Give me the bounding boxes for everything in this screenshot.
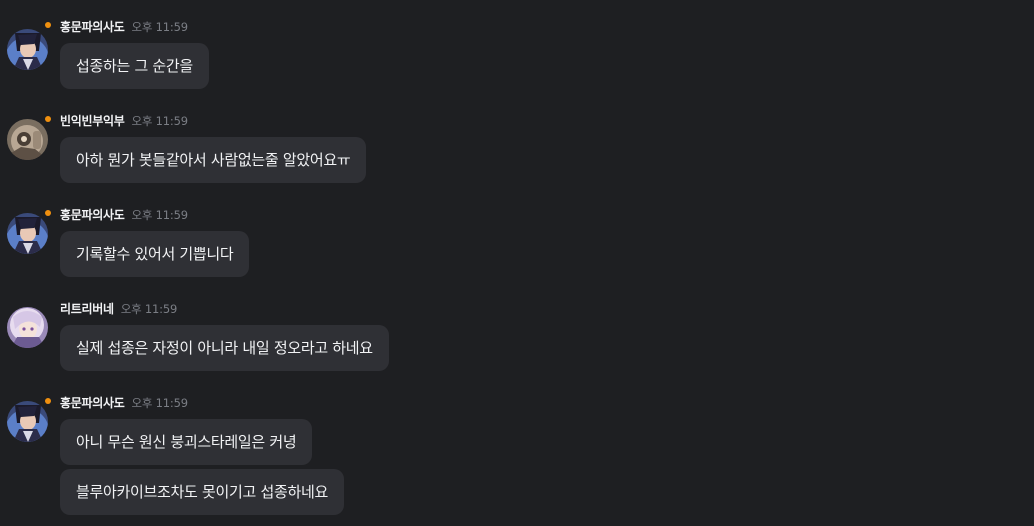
username[interactable]: 홍문파의사도 xyxy=(60,18,125,35)
status-dot xyxy=(45,398,51,404)
status-dot xyxy=(45,22,51,28)
message-header: 홍문파의사도 오후 11:59 xyxy=(60,18,188,34)
avatar[interactable] xyxy=(7,213,48,254)
username[interactable]: 홍문파의사도 xyxy=(60,394,125,411)
avatar-robot-icon xyxy=(7,119,48,160)
message-bubble[interactable]: 아니 무슨 원신 붕괴스타레일은 커녕 xyxy=(60,419,313,465)
message-bubble[interactable]: 아하 뭔가 봇들같아서 사람없는줄 알았어요ㅠ xyxy=(60,137,367,183)
message-bubble[interactable]: 블루아카이브조차도 못이기고 섭종하네요 xyxy=(60,469,344,515)
message-header: 홍문파의사도 오후 11:59 xyxy=(60,394,188,410)
message-header: 홍문파의사도 오후 11:59 xyxy=(60,206,188,222)
timestamp: 오후 11:59 xyxy=(131,208,188,222)
message-header: 리트리버네 오후 11:59 xyxy=(60,300,177,316)
avatar-sage-icon xyxy=(7,213,48,254)
avatar[interactable] xyxy=(7,119,48,160)
username[interactable]: 홍문파의사도 xyxy=(60,206,125,223)
message-bubble[interactable]: 섭종하는 그 순간을 xyxy=(60,43,209,89)
username[interactable]: 리트리버네 xyxy=(60,300,114,317)
avatar[interactable] xyxy=(7,307,48,348)
status-dot xyxy=(45,116,51,122)
avatar-sage-icon xyxy=(7,401,48,442)
chat-message-list: 홍문파의사도 오후 11:59 섭종하는 그 순간을 빈익빈부익부 오후 11:… xyxy=(0,0,1034,526)
message-bubble[interactable]: 실제 섭종은 자정이 아니라 내일 정오라고 하네요 xyxy=(60,325,389,371)
avatar-sage-icon xyxy=(7,29,48,70)
timestamp: 오후 11:59 xyxy=(120,302,178,316)
timestamp: 오후 11:59 xyxy=(131,114,188,128)
message-bubble[interactable]: 기록할수 있어서 기쁩니다 xyxy=(60,231,250,277)
avatar[interactable] xyxy=(7,29,48,70)
message-header: 빈익빈부익부 오후 11:59 xyxy=(60,112,188,128)
timestamp: 오후 11:59 xyxy=(131,20,188,34)
timestamp: 오후 11:59 xyxy=(131,396,188,410)
avatar[interactable] xyxy=(7,401,48,442)
avatar-girl-icon xyxy=(7,307,48,348)
status-dot xyxy=(45,210,51,216)
username[interactable]: 빈익빈부익부 xyxy=(60,112,125,129)
